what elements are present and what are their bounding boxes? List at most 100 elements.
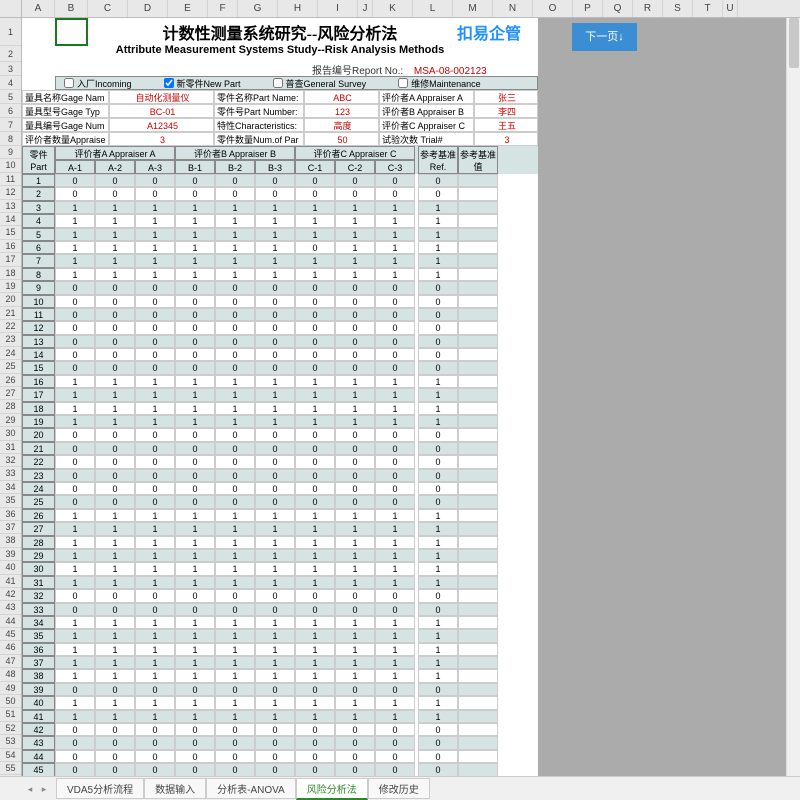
col-header-L[interactable]: L (413, 0, 453, 17)
cell-part[interactable]: 33 (22, 603, 55, 616)
cell-value[interactable]: 1 (375, 254, 415, 267)
cell-value[interactable]: 0 (135, 361, 175, 374)
cell-value[interactable]: 0 (175, 187, 215, 200)
option-checkbox-0[interactable] (64, 78, 74, 88)
cell-value[interactable]: 1 (55, 522, 95, 535)
cell-ref[interactable]: 0 (418, 589, 458, 602)
cell-value[interactable]: 1 (215, 201, 255, 214)
cell-value[interactable]: 0 (295, 348, 335, 361)
cell-value[interactable]: 0 (175, 589, 215, 602)
cell-value[interactable]: 0 (95, 428, 135, 441)
cell-value[interactable]: 0 (375, 295, 415, 308)
cell-value[interactable]: 1 (215, 214, 255, 227)
cell-value[interactable]: 0 (135, 295, 175, 308)
cell-value[interactable]: 1 (215, 388, 255, 401)
cell-part[interactable]: 11 (22, 308, 55, 321)
cell-value[interactable]: 0 (255, 281, 295, 294)
cell-part[interactable]: 34 (22, 616, 55, 629)
cell-ref[interactable]: 1 (418, 268, 458, 281)
cell-value[interactable]: 1 (255, 228, 295, 241)
meta-cell-2-3[interactable]: 高度 (304, 118, 379, 132)
cell-value[interactable]: 0 (375, 174, 415, 187)
cell-value[interactable]: 0 (55, 750, 95, 763)
cell-value[interactable]: 1 (215, 710, 255, 723)
cell-value[interactable]: 1 (295, 388, 335, 401)
cell-value[interactable]: 0 (55, 361, 95, 374)
cell-value[interactable]: 1 (255, 241, 295, 254)
cell-value[interactable]: 0 (135, 736, 175, 749)
row-header-45[interactable]: 45 (0, 628, 21, 641)
cell-value[interactable]: 1 (135, 616, 175, 629)
cell-value[interactable]: 0 (95, 295, 135, 308)
cell-value[interactable]: 1 (95, 696, 135, 709)
cell-part[interactable]: 28 (22, 536, 55, 549)
row-header-29[interactable]: 29 (0, 414, 21, 427)
cell-value[interactable]: 0 (375, 603, 415, 616)
cell-value[interactable]: 0 (55, 723, 95, 736)
cell-refvalue[interactable] (458, 241, 498, 254)
col-header-M[interactable]: M (453, 0, 493, 17)
cell-value[interactable]: 0 (255, 308, 295, 321)
cell-ref[interactable]: 1 (418, 214, 458, 227)
cell-value[interactable]: 0 (55, 763, 95, 776)
cell-value[interactable]: 1 (295, 616, 335, 629)
cell-value[interactable]: 0 (95, 321, 135, 334)
col-header-F[interactable]: F (208, 0, 238, 17)
cell-part[interactable]: 16 (22, 375, 55, 388)
sheet-tab-1[interactable]: 数据输入 (144, 778, 206, 799)
cell-value[interactable]: 1 (335, 549, 375, 562)
cell-value[interactable]: 0 (215, 589, 255, 602)
cell-refvalue[interactable] (458, 643, 498, 656)
cell-value[interactable]: 1 (175, 214, 215, 227)
cell-ref[interactable]: 1 (418, 415, 458, 428)
cell-ref[interactable]: 0 (418, 174, 458, 187)
cell-value[interactable]: 1 (255, 415, 295, 428)
cell-refvalue[interactable] (458, 736, 498, 749)
cell-value[interactable]: 0 (55, 469, 95, 482)
cell-value[interactable]: 0 (295, 335, 335, 348)
cell-part[interactable]: 37 (22, 656, 55, 669)
cell-value[interactable]: 1 (175, 201, 215, 214)
cell-value[interactable]: 1 (135, 696, 175, 709)
row-header-41[interactable]: 41 (0, 575, 21, 588)
meta-cell-1-5[interactable]: 李四 (474, 104, 538, 118)
row-header-19[interactable]: 19 (0, 280, 21, 293)
cell-value[interactable]: 1 (95, 228, 135, 241)
cell-value[interactable]: 1 (375, 710, 415, 723)
cell-value[interactable]: 1 (175, 696, 215, 709)
meta-cell-0-5[interactable]: 张三 (474, 90, 538, 104)
cell-value[interactable]: 0 (255, 763, 295, 776)
cell-part[interactable]: 32 (22, 589, 55, 602)
cell-refvalue[interactable] (458, 174, 498, 187)
cell-value[interactable]: 1 (335, 576, 375, 589)
row-header-53[interactable]: 53 (0, 735, 21, 748)
cell-value[interactable]: 1 (375, 669, 415, 682)
cell-part[interactable]: 8 (22, 268, 55, 281)
cell-ref[interactable]: 1 (418, 254, 458, 267)
cell-refvalue[interactable] (458, 335, 498, 348)
cell-value[interactable]: 1 (95, 629, 135, 642)
cell-ref[interactable]: 0 (418, 308, 458, 321)
cell-value[interactable]: 0 (335, 683, 375, 696)
row-header-17[interactable]: 17 (0, 253, 21, 266)
cell-value[interactable]: 0 (335, 321, 375, 334)
meta-cell-1-1[interactable]: BC-01 (109, 104, 214, 118)
cell-refvalue[interactable] (458, 629, 498, 642)
cell-value[interactable]: 1 (135, 228, 175, 241)
row-header-46[interactable]: 46 (0, 641, 21, 654)
col-header-J[interactable]: J (358, 0, 373, 17)
cell-value[interactable]: 0 (335, 174, 375, 187)
cell-value[interactable]: 0 (175, 174, 215, 187)
cell-value[interactable]: 1 (335, 415, 375, 428)
cell-value[interactable]: 1 (175, 228, 215, 241)
cell-value[interactable]: 1 (255, 254, 295, 267)
cell-value[interactable]: 1 (175, 415, 215, 428)
cell-ref[interactable]: 1 (418, 562, 458, 575)
select-all-triangle[interactable] (0, 0, 22, 17)
cell-value[interactable]: 0 (215, 683, 255, 696)
cell-part[interactable]: 15 (22, 361, 55, 374)
cell-value[interactable]: 1 (255, 656, 295, 669)
cell-value[interactable]: 0 (255, 428, 295, 441)
cell-value[interactable]: 0 (255, 495, 295, 508)
cell-value[interactable]: 0 (375, 723, 415, 736)
